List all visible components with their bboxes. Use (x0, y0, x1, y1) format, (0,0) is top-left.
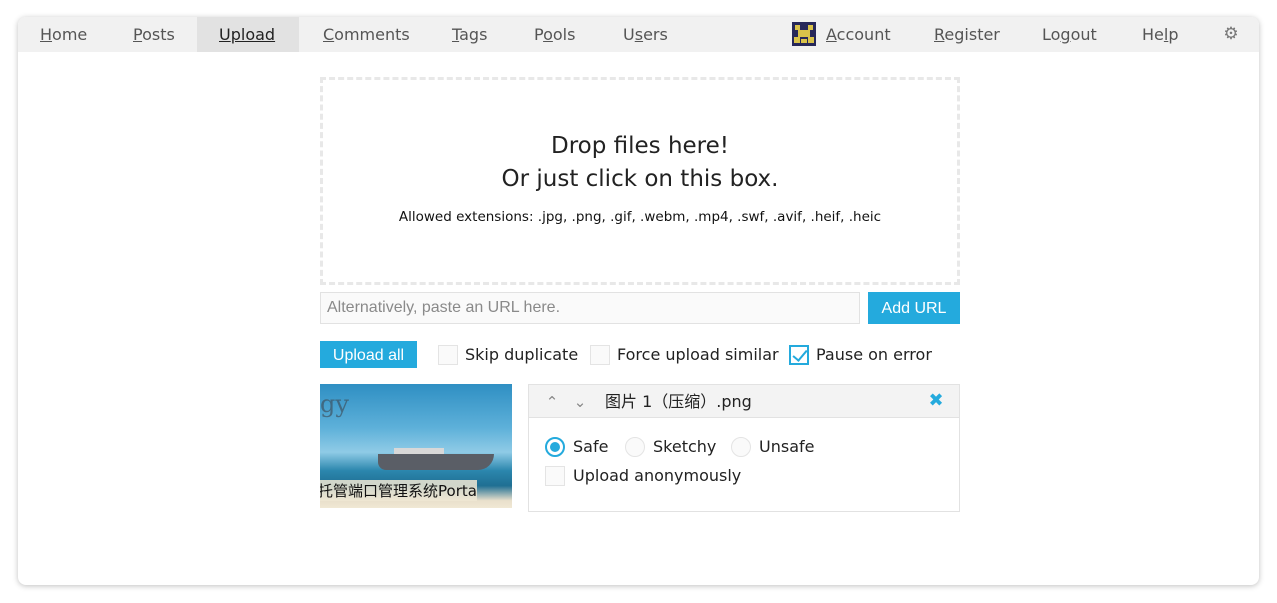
allowed-extensions: Allowed extensions: .jpg, .png, .gif, .w… (398, 209, 882, 225)
app-window: Home Posts Upload Comments Tags Pools Us… (18, 17, 1259, 585)
add-url-button[interactable]: Add URL (868, 292, 960, 324)
dropzone-subtitle: Or just click on this box. (501, 166, 779, 192)
pause-on-error-checkbox[interactable] (789, 345, 809, 365)
upload-all-button[interactable]: Upload all (320, 341, 417, 368)
nav-tags[interactable]: Tags (430, 17, 509, 52)
upload-item-panel: ⌃ ⌄ 图片 1（压缩）.png ✖ Safe Sketchy Unsafe U… (528, 384, 960, 512)
nav-help[interactable]: Help (1120, 17, 1200, 52)
skip-duplicate-checkbox[interactable] (438, 345, 458, 365)
nav-home[interactable]: Home (18, 17, 109, 52)
file-name: 图片 1（压缩）.png (605, 392, 752, 411)
safety-unsafe-radio[interactable] (731, 437, 751, 457)
nav-comments[interactable]: Comments (301, 17, 432, 52)
nav-logout[interactable]: Logout (1020, 17, 1119, 52)
nav-users[interactable]: Users (601, 17, 690, 52)
move-up-icon[interactable]: ⌃ (543, 393, 561, 411)
nav-account[interactable]: Account (788, 17, 913, 52)
safety-sketchy-radio[interactable] (625, 437, 645, 457)
upload-anonymously-checkbox[interactable] (545, 466, 565, 486)
safety-safe-radio[interactable] (545, 437, 565, 457)
upload-thumbnail: gy 托管端口管理系统Porta (320, 384, 512, 508)
nav-upload[interactable]: Upload (197, 17, 299, 52)
avatar (792, 22, 816, 46)
remove-icon[interactable]: ✖ (927, 392, 945, 410)
nav-pools[interactable]: Pools (512, 17, 597, 52)
dropzone-title: Drop files here! (550, 133, 729, 159)
move-down-icon[interactable]: ⌄ (571, 393, 589, 411)
nav-register[interactable]: Register (912, 17, 1022, 52)
url-input[interactable] (320, 292, 860, 324)
force-upload-similar-checkbox[interactable] (590, 345, 610, 365)
nav-posts[interactable]: Posts (111, 17, 197, 52)
upload-item-header: ⌃ ⌄ 图片 1（压缩）.png ✖ (529, 385, 959, 418)
top-navigation: Home Posts Upload Comments Tags Pools Us… (18, 17, 1259, 52)
file-dropzone[interactable]: Drop files here! Or just click on this b… (320, 77, 960, 285)
gear-icon[interactable]: ⚙ (1221, 24, 1241, 44)
